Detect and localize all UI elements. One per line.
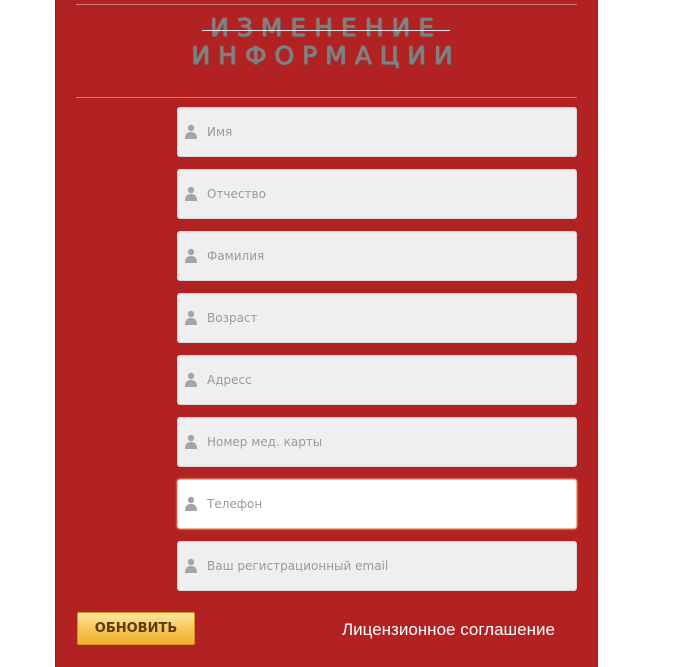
user-icon [185,248,197,263]
last-name-input[interactable] [207,232,567,280]
phone-input[interactable] [207,480,567,528]
user-icon [185,124,197,139]
phone-field[interactable] [177,479,577,529]
email-field[interactable] [177,541,577,591]
middle-name-field[interactable] [177,169,577,219]
title-line-1: ИЗМЕНЕНИЕ [210,13,442,42]
medical-card-input[interactable] [207,418,567,466]
user-icon [185,434,197,449]
update-button[interactable]: ОБНОВИТЬ [77,612,195,645]
first-name-field[interactable] [177,107,577,157]
user-icon [185,186,197,201]
first-name-input[interactable] [207,108,567,156]
medical-card-field[interactable] [177,417,577,467]
license-agreement-link[interactable]: Лицензионное соглашение [342,620,555,640]
title-strike-line [202,30,450,31]
title-line-2: ИНФОРМАЦИИ [191,41,461,70]
header-divider [76,97,577,98]
top-divider [76,4,577,5]
age-field[interactable] [177,293,577,343]
page-title: ИЗМЕНЕНИЕ ИНФОРМАЦИИ [116,14,536,70]
profile-form [177,107,577,603]
email-input[interactable] [207,542,567,590]
user-icon [185,558,197,573]
address-field[interactable] [177,355,577,405]
middle-name-input[interactable] [207,170,567,218]
user-icon [185,372,197,387]
user-icon [185,496,197,511]
user-icon [185,310,197,325]
last-name-field[interactable] [177,231,577,281]
update-info-panel: ИЗМЕНЕНИЕ ИНФОРМАЦИИ Имя Отчество Фамили… [55,0,598,667]
address-input[interactable] [207,356,567,404]
age-input[interactable] [207,294,567,342]
